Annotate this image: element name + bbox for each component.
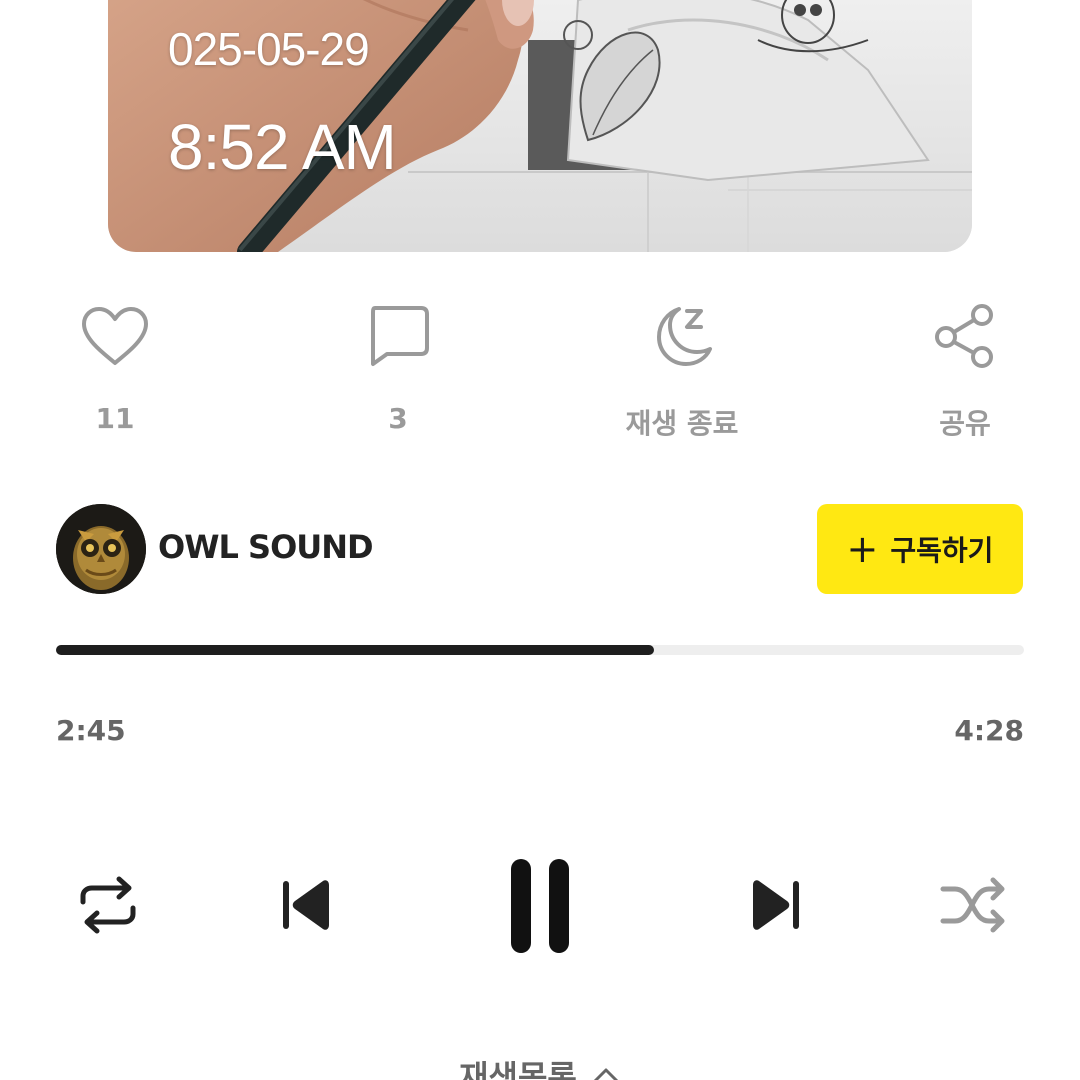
progress-fill	[56, 645, 655, 655]
comment-icon	[362, 300, 434, 372]
shuffle-icon	[940, 877, 1005, 933]
plus-icon: +	[846, 527, 879, 571]
playlist-toggle[interactable]: 재생목록	[0, 1052, 1080, 1080]
subscribe-button[interactable]: + 구독하기	[817, 504, 1023, 594]
current-time: 2:45	[56, 714, 126, 747]
share-icon	[929, 300, 1001, 372]
previous-button[interactable]	[270, 870, 340, 940]
comment-count: 3	[388, 402, 408, 435]
pause-icon	[511, 859, 569, 953]
repeat-button[interactable]	[70, 870, 146, 940]
channel-name[interactable]: OWL SOUND	[158, 528, 374, 566]
like-count: 11	[95, 402, 135, 435]
share-label: 공유	[939, 407, 991, 440]
moon-sleep-icon	[646, 300, 718, 372]
next-button[interactable]	[742, 870, 812, 940]
artwork-date-overlay: 025-05-29	[168, 23, 370, 75]
heart-icon	[79, 300, 151, 372]
sleep-timer-button[interactable]: 재생 종료	[612, 300, 752, 442]
album-artwork[interactable]: 025-05-29 8:52 AM	[108, 0, 972, 252]
artwork-time-overlay: 8:52 AM	[168, 111, 397, 183]
playlist-label: 재생목록	[459, 1058, 577, 1080]
share-button[interactable]: 공유	[895, 300, 1035, 442]
repeat-icon	[80, 876, 136, 934]
pause-button[interactable]	[495, 850, 585, 960]
next-icon	[753, 880, 799, 930]
total-time: 4:28	[954, 714, 1024, 747]
progress-bar[interactable]	[56, 645, 1024, 655]
channel-avatar[interactable]	[56, 504, 146, 594]
music-player-screen: 025-05-29 8:52 AM 11 3 재생 종료 공유 OWL SOUN…	[0, 0, 1080, 1080]
shuffle-button[interactable]	[935, 870, 1011, 940]
chevron-up-icon	[593, 1068, 618, 1080]
previous-icon	[283, 880, 329, 930]
comment-button[interactable]: 3	[328, 300, 468, 435]
owl-icon	[56, 504, 146, 594]
like-button[interactable]: 11	[45, 300, 185, 435]
subscribe-label: 구독하기	[890, 534, 994, 567]
sleep-timer-label: 재생 종료	[625, 407, 739, 440]
